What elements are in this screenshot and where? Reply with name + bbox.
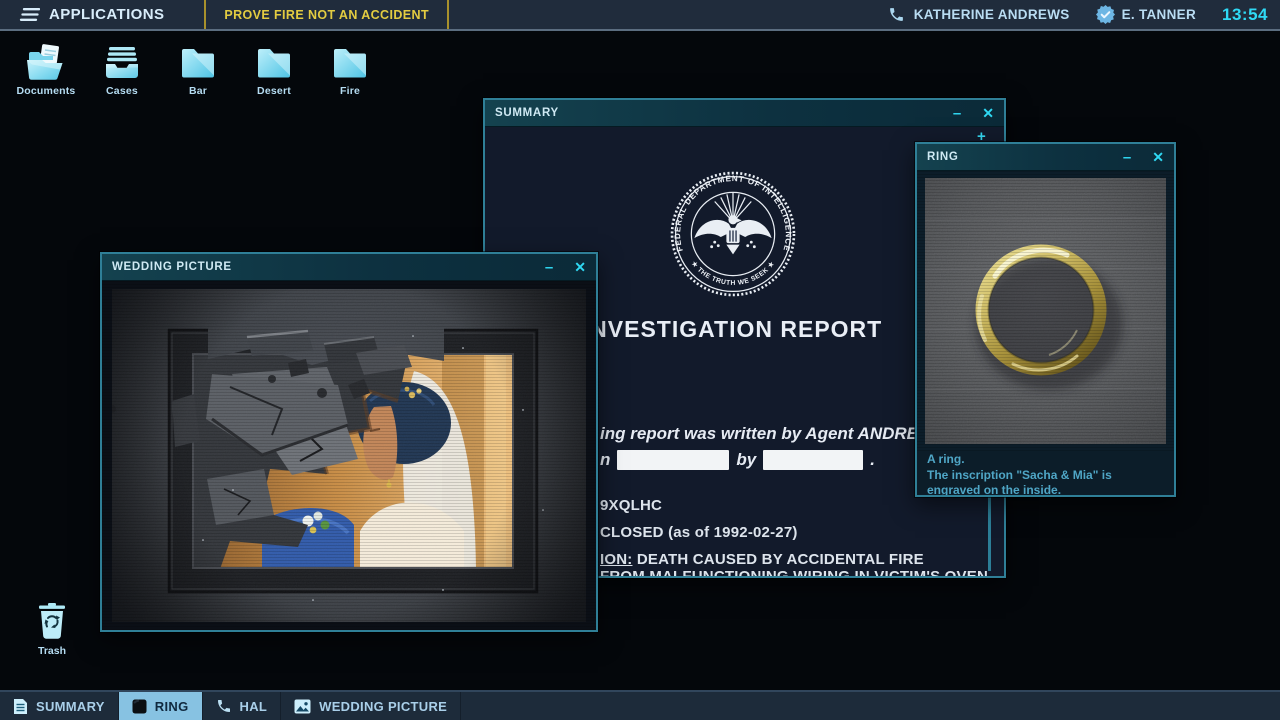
verified-badge-icon bbox=[1096, 5, 1115, 24]
folder-icon bbox=[254, 42, 294, 82]
intro2-connector: by bbox=[736, 450, 756, 470]
summary-window-titlebar[interactable]: SUMMARY – ✕ bbox=[485, 100, 1004, 127]
objective-text: PROVE FIRE NOT AN ACCIDENT bbox=[224, 8, 429, 22]
taskbar-item-label: RING bbox=[155, 699, 189, 714]
conclusion-line2: FROM MALFUNCTIONING WIRING IN VICTIM'S O… bbox=[600, 568, 988, 576]
case-id-line: 9XQLHC bbox=[600, 497, 662, 514]
burnt-wedding-photo bbox=[112, 289, 586, 622]
open-folder-icon bbox=[25, 42, 67, 82]
caller-name: KATHERINE ANDREWS bbox=[914, 7, 1070, 22]
document-scrollbar[interactable] bbox=[988, 497, 991, 571]
desktop-icon-bar[interactable]: Bar bbox=[160, 42, 236, 97]
desktop-icon-documents[interactable]: Documents bbox=[8, 42, 84, 97]
redaction-box bbox=[617, 450, 729, 470]
agent-badge-chip: E. TANNER bbox=[1096, 5, 1196, 24]
window-title: WEDDING PICTURE bbox=[112, 261, 232, 273]
folder-icon bbox=[178, 42, 218, 82]
minimize-button[interactable]: – bbox=[545, 260, 553, 275]
phone-icon bbox=[216, 698, 232, 714]
taskbar-item-ring[interactable]: RING bbox=[119, 692, 203, 720]
applications-label: APPLICATIONS bbox=[49, 6, 164, 23]
trash-label: Trash bbox=[38, 645, 66, 657]
window-controls: – ✕ bbox=[545, 260, 586, 275]
top-bar-right: KATHERINE ANDREWS E. TANNER 13:54 bbox=[888, 5, 1280, 25]
window-controls: – ✕ bbox=[1123, 150, 1164, 165]
objective-banner: PROVE FIRE NOT AN ACCIDENT bbox=[204, 0, 449, 29]
window-title: RING bbox=[927, 151, 959, 163]
close-button[interactable]: ✕ bbox=[574, 260, 586, 274]
status-line: CLOSED (as of 1992-02-27) bbox=[600, 524, 798, 541]
taskbar-item-wedding-picture[interactable]: WEDDING PICTURE bbox=[281, 692, 461, 720]
window-title: SUMMARY bbox=[495, 107, 559, 119]
trash-icon[interactable]: Trash bbox=[22, 602, 82, 657]
gold-ring-photo bbox=[925, 178, 1166, 444]
folder-icon bbox=[330, 42, 370, 82]
conclusion-label: ION: bbox=[600, 551, 632, 568]
desktop-icon-label: Bar bbox=[189, 85, 207, 97]
desktop-icon-fire[interactable]: Fire bbox=[312, 42, 388, 97]
applications-menu-button[interactable]: APPLICATIONS bbox=[18, 6, 164, 23]
caption-line1: A ring. bbox=[927, 452, 1165, 468]
close-button[interactable]: ✕ bbox=[982, 106, 994, 120]
phone-icon bbox=[888, 6, 905, 23]
wedding-window-titlebar[interactable]: WEDDING PICTURE – ✕ bbox=[102, 254, 596, 281]
close-button[interactable]: ✕ bbox=[1152, 150, 1164, 164]
inbox-tray-icon bbox=[102, 42, 142, 82]
top-bar: APPLICATIONS PROVE FIRE NOT AN ACCIDENT … bbox=[0, 0, 1280, 31]
wedding-picture-window: WEDDING PICTURE – ✕ bbox=[100, 252, 598, 632]
document-icon bbox=[13, 698, 28, 715]
agent-name: E. TANNER bbox=[1122, 7, 1196, 22]
conclusion-text: DEATH CAUSED BY ACCIDENTAL FIRE bbox=[637, 551, 924, 568]
photo-thumbnail-icon bbox=[132, 699, 147, 714]
trash-can-icon bbox=[35, 602, 69, 642]
intro2-period: . bbox=[870, 450, 875, 470]
ring-window: RING – ✕ bbox=[915, 142, 1176, 497]
taskbar-item-hal[interactable]: HAL bbox=[203, 692, 282, 720]
fdi-seal: FEDERAL DEPARTMENT OF INTELLIGENCE ★ THE… bbox=[670, 171, 796, 302]
clock: 13:54 bbox=[1222, 5, 1268, 25]
caption-line2: The inscription "Sacha & Mia" is engrave… bbox=[927, 468, 1165, 495]
hamburger-menu-icon bbox=[18, 7, 40, 22]
desktop-icon-label: Cases bbox=[106, 85, 138, 97]
desktop-icon-row: Documents Cases Bar bbox=[8, 42, 388, 97]
taskbar-item-label: HAL bbox=[240, 699, 268, 714]
window-controls: – ✕ bbox=[953, 106, 994, 121]
intro2-fragment: n bbox=[600, 450, 610, 470]
ring-evidence-viewer: A ring. The inscription "Sacha & Mia" is… bbox=[917, 171, 1174, 495]
taskbar-item-label: WEDDING PICTURE bbox=[319, 699, 447, 714]
conclusion-line: ION: DEATH CAUSED BY ACCIDENTAL FIRE bbox=[600, 551, 924, 568]
redaction-box bbox=[763, 450, 863, 470]
ring-window-titlebar[interactable]: RING – ✕ bbox=[917, 144, 1174, 171]
active-call-chip[interactable]: KATHERINE ANDREWS bbox=[888, 6, 1070, 23]
game-desktop: APPLICATIONS PROVE FIRE NOT AN ACCIDENT … bbox=[0, 0, 1280, 720]
taskbar-item-summary[interactable]: SUMMARY bbox=[0, 692, 119, 720]
desktop-icon-label: Desert bbox=[257, 85, 291, 97]
desktop-icon-cases[interactable]: Cases bbox=[84, 42, 160, 97]
report-intro-line2: n by . bbox=[600, 450, 875, 470]
wedding-photo-viewer bbox=[102, 281, 596, 630]
desktop-icon-label: Documents bbox=[17, 85, 76, 97]
evidence-caption: A ring. The inscription "Sacha & Mia" is… bbox=[927, 452, 1165, 495]
image-icon bbox=[294, 699, 311, 714]
desktop-icon-label: Fire bbox=[340, 85, 360, 97]
taskbar-item-label: SUMMARY bbox=[36, 699, 105, 714]
minimize-button[interactable]: – bbox=[953, 106, 961, 121]
minimize-button[interactable]: – bbox=[1123, 150, 1131, 165]
desktop-icon-desert[interactable]: Desert bbox=[236, 42, 312, 97]
taskbar: SUMMARY RING HAL WEDDING PICTURE bbox=[0, 690, 1280, 720]
